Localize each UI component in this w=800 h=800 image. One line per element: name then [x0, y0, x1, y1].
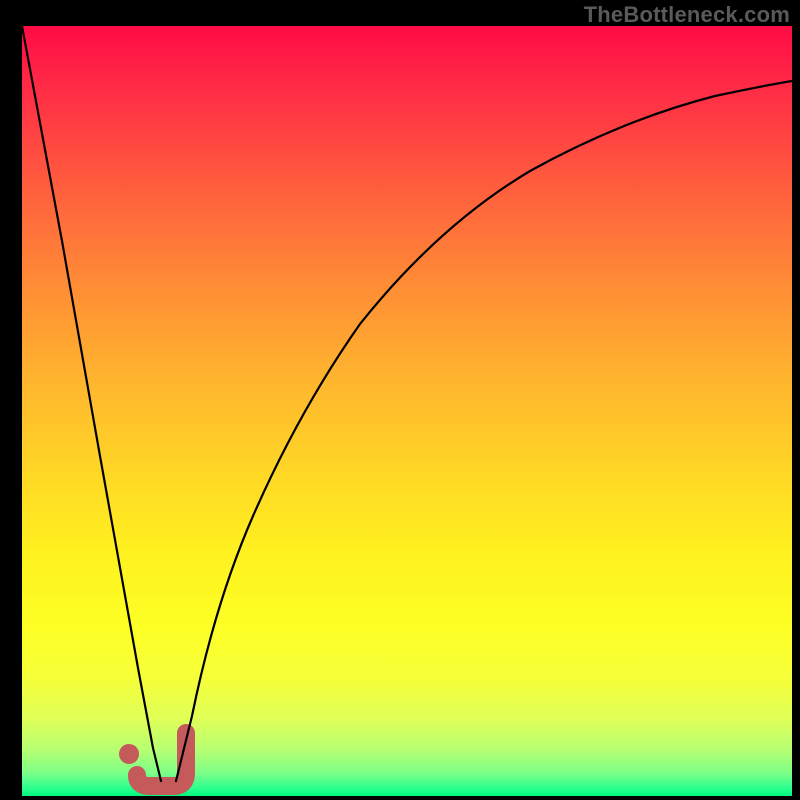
plot-area	[22, 26, 792, 796]
j-marker-icon	[137, 733, 186, 786]
curve-right-branch	[176, 81, 792, 781]
chart-frame: TheBottleneck.com	[0, 0, 800, 800]
curve-layer	[22, 26, 792, 796]
curve-left-branch	[22, 26, 161, 781]
j-marker-dot-icon	[119, 744, 139, 764]
watermark-text: TheBottleneck.com	[584, 2, 790, 28]
